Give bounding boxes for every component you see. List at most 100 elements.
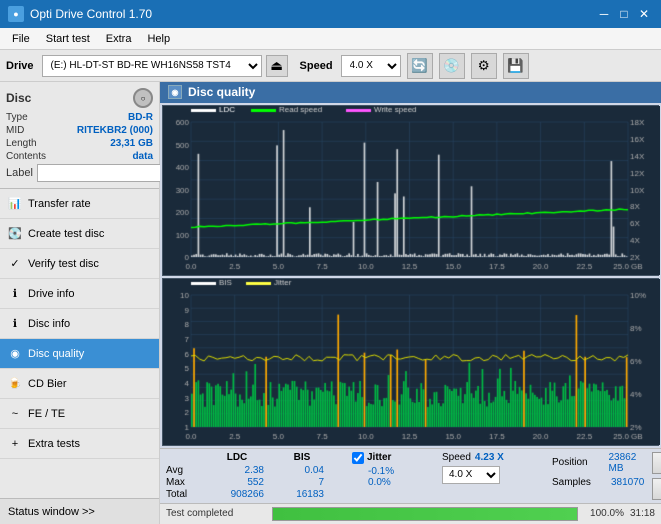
total-label: Total (166, 489, 202, 500)
refresh-button[interactable]: 🔄 (407, 53, 433, 79)
save-button[interactable]: 💾 (503, 53, 529, 79)
jitter-checkbox[interactable] (352, 452, 364, 464)
settings-button[interactable]: ⚙ (471, 53, 497, 79)
nav-label-verify-test-disc: Verify test disc (28, 258, 99, 270)
sidebar-item-cd-bier[interactable]: 🍺 CD Bier (0, 369, 159, 399)
samples-value: 381070 (611, 477, 644, 488)
status-window-button[interactable]: Status window >> (0, 498, 159, 524)
speed-select[interactable]: 4.0 X (341, 55, 401, 77)
start-full-button[interactable]: Start full (652, 452, 661, 474)
main-layout: Disc ○ Type BD-R MID RITEKBR2 (000) Leng… (0, 82, 661, 524)
sidebar-item-disc-info[interactable]: ℹ Disc info (0, 309, 159, 339)
title-bar: ● Opti Drive Control 1.70 ─ □ ✕ (0, 0, 661, 28)
minimize-button[interactable]: ─ (595, 5, 613, 23)
sidebar-item-fe-te[interactable]: ~ FE / TE (0, 399, 159, 429)
nav-label-disc-quality: Disc quality (28, 348, 84, 360)
bis-chart (162, 278, 659, 446)
progress-pct: 100.0% (584, 508, 624, 519)
progress-bar-container (272, 507, 578, 521)
window-controls: ─ □ ✕ (595, 5, 653, 23)
nav-label-drive-info: Drive info (28, 288, 74, 300)
bis-total: 16183 (272, 489, 332, 500)
nav-label-extra-tests: Extra tests (28, 438, 80, 450)
maximize-button[interactable]: □ (615, 5, 633, 23)
drive-toolbar: Drive (E:) HL-DT-ST BD-RE WH16NS58 TST4 … (0, 50, 661, 82)
menu-extra[interactable]: Extra (98, 31, 140, 47)
sidebar-item-transfer-rate[interactable]: 📊 Transfer rate (0, 189, 159, 219)
nav-label-cd-bier: CD Bier (28, 378, 67, 390)
verify-test-disc-icon: ✓ (8, 257, 22, 271)
position-value: 23862 MB (608, 452, 652, 474)
ldc-header: LDC (202, 452, 272, 463)
bis-max: 7 (272, 477, 332, 488)
cd-bier-icon: 🍺 (8, 377, 22, 391)
mid-label: MID (6, 125, 24, 136)
disc-quality-title: Disc quality (188, 85, 255, 99)
type-label: Type (6, 112, 28, 123)
ldc-chart (162, 105, 659, 276)
nav-label-disc-info: Disc info (28, 318, 70, 330)
transfer-rate-icon: 📊 (8, 197, 22, 211)
disc-quality-header-icon: ◉ (168, 85, 182, 99)
stats-bar: LDC BIS Avg 2.38 0.04 Max 552 7 Total 90… (160, 448, 661, 503)
disc-button[interactable]: 💿 (439, 53, 465, 79)
disc-icon: ○ (133, 88, 153, 108)
max-label: Max (166, 477, 202, 488)
charts-area (160, 103, 661, 448)
drive-label: Drive (6, 60, 34, 72)
sidebar: Disc ○ Type BD-R MID RITEKBR2 (000) Leng… (0, 82, 160, 524)
bis-avg: 0.04 (272, 465, 332, 476)
extra-tests-icon: + (8, 437, 22, 451)
disc-title: Disc (6, 91, 31, 105)
ldc-canvas (163, 106, 660, 275)
sidebar-item-disc-quality[interactable]: ◉ Disc quality (0, 339, 159, 369)
menu-help[interactable]: Help (139, 31, 178, 47)
drive-info-icon: ℹ (8, 287, 22, 301)
time-text: 31:18 (630, 508, 655, 519)
contents-label: Contents (6, 151, 46, 162)
length-value: 23,31 GB (110, 138, 153, 149)
menu-file[interactable]: File (4, 31, 38, 47)
sidebar-item-extra-tests[interactable]: + Extra tests (0, 429, 159, 459)
sidebar-item-verify-test-disc[interactable]: ✓ Verify test disc (0, 249, 159, 279)
disc-panel: Disc ○ Type BD-R MID RITEKBR2 (000) Leng… (0, 82, 159, 189)
nav-items: 📊 Transfer rate 💽 Create test disc ✓ Ver… (0, 189, 159, 498)
app-title: Opti Drive Control 1.70 (30, 7, 152, 21)
disc-info-icon: ℹ (8, 317, 22, 331)
menu-starttest[interactable]: Start test (38, 31, 98, 47)
speed-select-stats[interactable]: 4.0 X (442, 466, 500, 484)
content-area: ◉ Disc quality LDC BIS (160, 82, 661, 524)
sidebar-item-create-test-disc[interactable]: 💽 Create test disc (0, 219, 159, 249)
disc-quality-icon: ◉ (8, 347, 22, 361)
start-part-button[interactable]: Start part (652, 478, 661, 500)
status-window-label: Status window >> (8, 506, 95, 518)
drive-select[interactable]: (E:) HL-DT-ST BD-RE WH16NS58 TST4 (42, 55, 262, 77)
jitter-avg: -0.1% (368, 466, 432, 477)
disc-quality-header: ◉ Disc quality (160, 82, 661, 103)
ldc-avg: 2.38 (202, 465, 272, 476)
ldc-total: 908266 (202, 489, 272, 500)
contents-value: data (132, 151, 153, 162)
nav-label-fe-te: FE / TE (28, 408, 65, 420)
nav-label-create-test-disc: Create test disc (28, 228, 104, 240)
close-button[interactable]: ✕ (635, 5, 653, 23)
label-input[interactable] (37, 164, 175, 182)
jitter-label: Jitter (367, 452, 391, 463)
sidebar-item-drive-info[interactable]: ℹ Drive info (0, 279, 159, 309)
position-label: Position (552, 457, 604, 468)
jitter-max: 0.0% (368, 477, 432, 488)
samples-label: Samples (552, 477, 607, 488)
avg-label: Avg (166, 465, 202, 476)
bottom-bar: Test completed 100.0% 31:18 (160, 503, 661, 524)
app-icon: ● (8, 6, 24, 22)
menu-bar: File Start test Extra Help (0, 28, 661, 50)
status-text: Test completed (166, 508, 266, 519)
bis-canvas (163, 279, 660, 445)
type-value: BD-R (128, 112, 153, 123)
ldc-max: 552 (202, 477, 272, 488)
length-label: Length (6, 138, 37, 149)
create-test-disc-icon: 💽 (8, 227, 22, 241)
fe-te-icon: ~ (8, 407, 22, 421)
label-label: Label (6, 167, 33, 179)
eject-button[interactable]: ⏏ (266, 55, 288, 77)
